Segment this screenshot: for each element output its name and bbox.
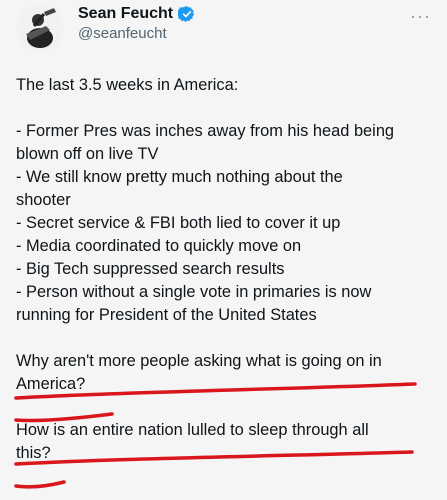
verified-badge-icon [178,6,195,23]
post-header: Sean Feucht @seanfeucht ··· [0,0,447,60]
underline-line-4 [14,480,66,489]
post-line: - Former Pres was inches away from his h… [16,122,395,140]
more-options-icon[interactable]: ··· [410,6,431,27]
post-line: America? [16,375,86,393]
name-row: Sean Feucht [78,5,196,23]
post-line: shooter [16,191,71,209]
handle[interactable]: @seanfeucht [78,25,167,42]
post-line: running for President of the United Stat… [16,306,317,324]
post-line: The last 3.5 weeks in America: [16,76,239,94]
post-line: How is an entire nation lulled to sleep … [16,421,369,439]
post-line: Why aren't more people asking what is go… [16,352,382,370]
post-line: - Media coordinated to quickly move on [16,237,302,255]
display-name[interactable]: Sean Feucht [78,5,173,23]
post-text: The last 3.5 weeks in America: - Former P… [16,74,440,465]
post-line: - Big Tech suppressed search results [16,260,285,278]
post-line: blown off on live TV [16,145,159,163]
post-line: - Secret service & FBI both lied to cove… [16,214,341,232]
post-line: - We still know pretty much nothing abou… [16,168,343,186]
avatar[interactable] [16,4,64,52]
post-line: this? [16,444,51,462]
post-line: - Person without a single vote in primar… [16,283,372,301]
